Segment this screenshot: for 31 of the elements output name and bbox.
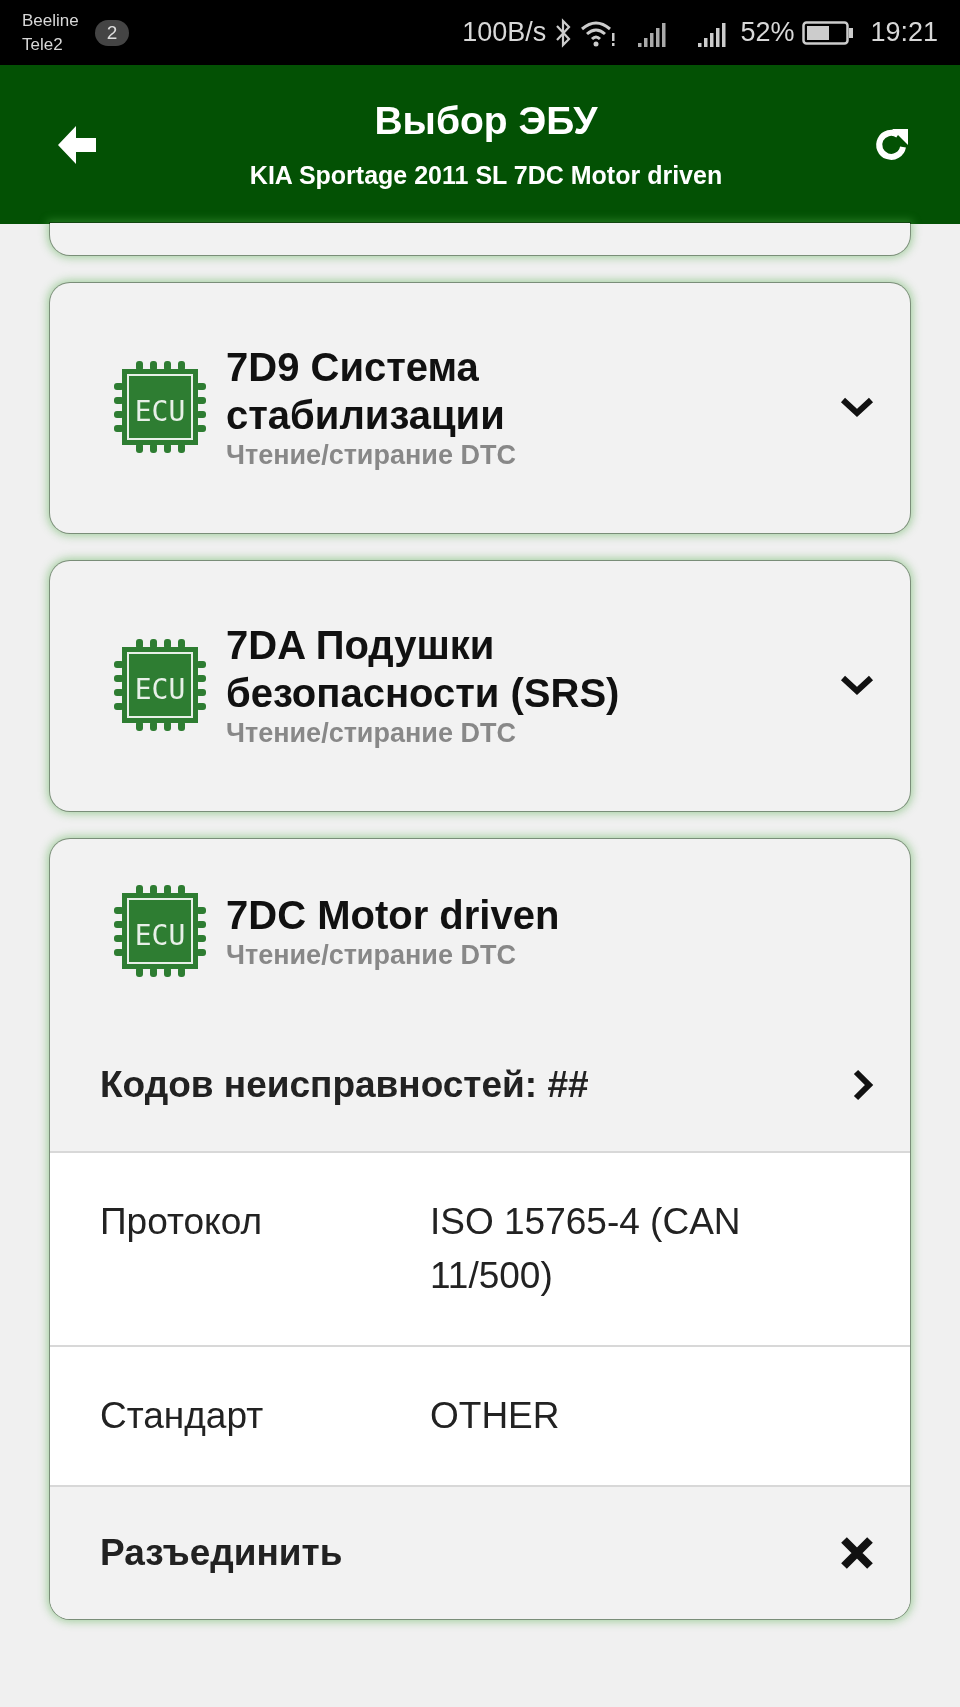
info-value: ISO 15765-4 (CAN 11/500)	[430, 1200, 742, 1298]
carrier-name: Tele2	[22, 33, 64, 56]
fault-codes-row[interactable]: Кодов неисправностей: ##	[50, 1019, 910, 1151]
row-label: Разъединить	[100, 1532, 344, 1574]
close-icon[interactable]	[840, 1536, 874, 1570]
info-label: Стандарт	[100, 1394, 265, 1438]
disconnect-row[interactable]: Разъединить	[50, 1485, 910, 1619]
clock: 19:21	[870, 17, 938, 48]
back-button[interactable]	[58, 125, 98, 164]
info-label: Протокол	[100, 1200, 263, 1244]
screen-title: Выбор ЭБУ	[374, 99, 598, 143]
ecu-subtitle: Чтение/стирание DTC	[226, 439, 517, 471]
sim-badge: 2	[94, 19, 130, 46]
row-label: Кодов неисправностей: ##	[100, 1064, 590, 1106]
battery-percent: 52%	[740, 17, 795, 48]
ecu-subtitle: Чтение/стирание DTC	[226, 939, 517, 971]
chevron-right-icon[interactable]	[852, 1069, 874, 1101]
info-value: OTHER	[430, 1394, 561, 1438]
bluetooth-icon	[554, 17, 573, 48]
carrier-name: Beeline	[22, 9, 79, 32]
ecu-title[interactable]: 7DC Motor driven	[226, 891, 726, 939]
refresh-button[interactable]	[874, 126, 910, 163]
ecu-title[interactable]: 7D9 Система стабилизации	[226, 343, 726, 439]
chevron-down-icon	[840, 674, 874, 696]
wifi-icon	[580, 18, 617, 47]
chevron-down-icon	[840, 396, 874, 418]
network-speed: 100B/s	[462, 17, 547, 48]
screen-subtitle: KIA Sportage 2011 SL 7DC Motor driven	[249, 161, 723, 190]
ecu-subtitle: Чтение/стирание DTC	[226, 717, 517, 749]
battery-icon	[802, 20, 855, 45]
ecu-title[interactable]: 7DA Подушки безопасности (SRS)	[226, 621, 726, 717]
